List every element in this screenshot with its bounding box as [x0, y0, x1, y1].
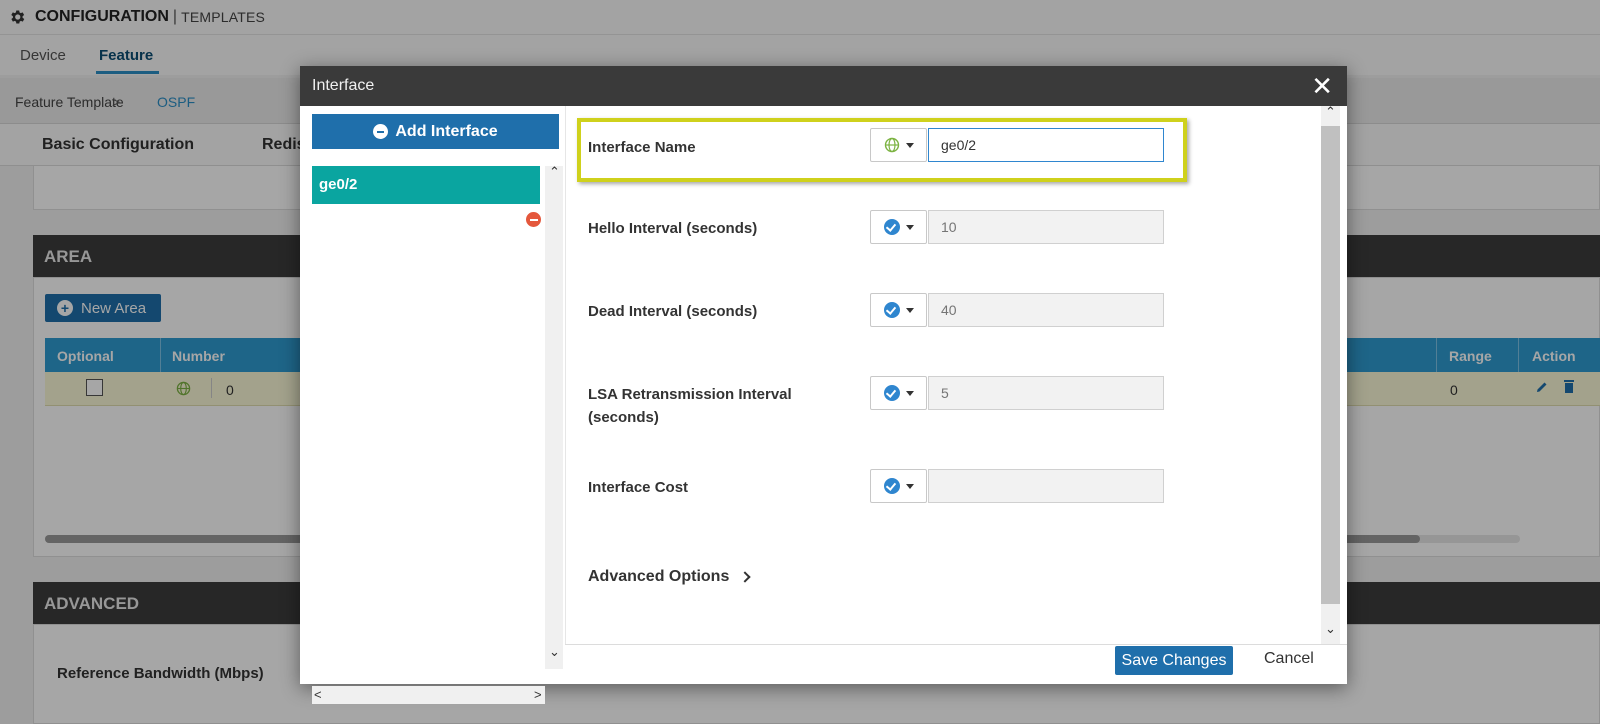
add-interface-button[interactable]: Add Interface: [312, 114, 559, 149]
interface-cost-input[interactable]: [928, 469, 1164, 503]
interface-list-vertical-scrollbar[interactable]: ⌃ ⌄: [545, 164, 563, 669]
modal-header: Interface ✕: [300, 66, 1347, 106]
close-icon[interactable]: ✕: [1311, 73, 1333, 99]
interface-cost-scope-dropdown[interactable]: [870, 469, 927, 503]
chevron-down-icon: [905, 390, 914, 396]
interface-cost-label: Interface Cost: [588, 479, 689, 496]
lsa-retransmission-label-unit: (seconds): [588, 409, 659, 426]
hello-interval-input[interactable]: [928, 210, 1164, 244]
advanced-options-label: Advanced Options: [588, 568, 730, 585]
globe-icon: [884, 137, 899, 153]
scroll-up-icon[interactable]: ⌃: [549, 164, 560, 180]
interface-form: Interface Name Hello Interval (seconds) …: [566, 106, 1347, 644]
scroll-right-icon[interactable]: >: [534, 687, 542, 702]
chevron-down-icon: [905, 224, 914, 230]
lsa-retransmission-input[interactable]: [928, 376, 1164, 410]
scroll-up-icon[interactable]: ⌃: [1325, 104, 1336, 120]
interface-list-pane: Add Interface ge0/2 ⌃ ⌄ < >: [300, 106, 565, 704]
lsa-retransmission-label: LSA Retransmission Interval: [588, 386, 792, 403]
interface-list-horizontal-scrollbar[interactable]: < >: [312, 686, 545, 704]
scrollbar-thumb[interactable]: [1321, 126, 1340, 604]
dead-interval-scope-dropdown[interactable]: [870, 293, 927, 327]
chevron-down-icon: [905, 483, 914, 489]
scroll-down-icon[interactable]: ⌄: [549, 644, 560, 660]
check-circle-icon: [883, 478, 900, 494]
save-changes-button[interactable]: Save Changes: [1115, 646, 1233, 675]
check-circle-icon: [883, 302, 900, 318]
interface-name-input[interactable]: [928, 128, 1164, 162]
list-item[interactable]: ge0/2: [312, 166, 540, 204]
interface-name-scope-dropdown[interactable]: [870, 128, 927, 162]
check-circle-icon: [883, 219, 900, 235]
chevron-down-icon: [905, 142, 914, 148]
advanced-options-toggle[interactable]: Advanced Options: [588, 568, 752, 586]
remove-icon[interactable]: [526, 212, 541, 227]
chevron-right-icon: [739, 571, 752, 583]
check-circle-icon: [883, 385, 900, 401]
lsa-retransmission-scope-dropdown[interactable]: [870, 376, 927, 410]
modal-title: Interface: [312, 77, 375, 94]
dead-interval-label: Dead Interval (seconds): [588, 303, 758, 320]
hello-interval-label: Hello Interval (seconds): [588, 220, 758, 237]
interface-list: ge0/2: [312, 166, 545, 646]
scroll-down-icon[interactable]: ⌄: [1325, 621, 1336, 637]
form-vertical-scrollbar[interactable]: ⌃ ⌄: [1321, 104, 1340, 644]
interface-modal: Interface ✕ Add Interface ge0/2 ⌃ ⌄ < > …: [300, 66, 1347, 704]
interface-name-label: Interface Name: [588, 139, 696, 156]
add-interface-label: Add Interface: [395, 122, 498, 140]
scroll-left-icon[interactable]: <: [314, 687, 322, 702]
dead-interval-input[interactable]: [928, 293, 1164, 327]
chevron-down-icon: [905, 307, 914, 313]
hello-interval-scope-dropdown[interactable]: [870, 210, 927, 244]
cancel-button[interactable]: Cancel: [1264, 650, 1314, 668]
circle-minus-icon: [373, 124, 389, 139]
